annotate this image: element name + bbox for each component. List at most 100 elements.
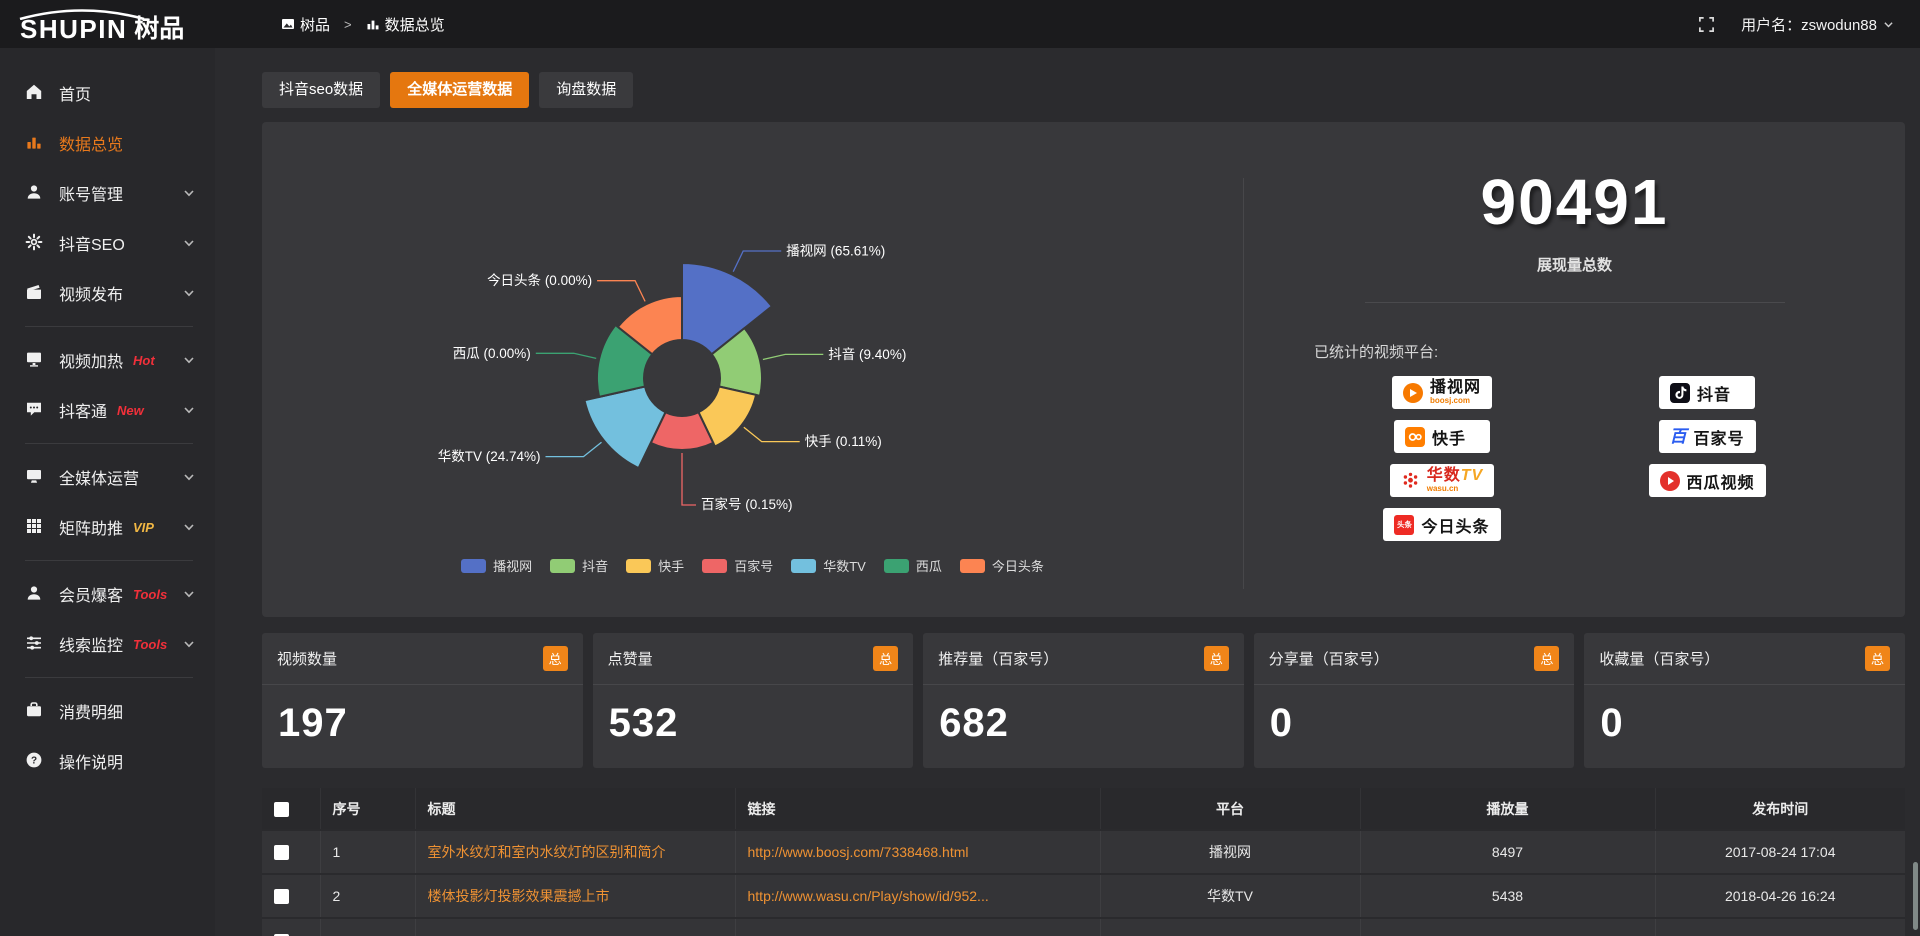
baijiahao-logo-icon: 百	[1670, 428, 1687, 445]
chevron-down-icon	[183, 288, 195, 298]
sidebar-item-member-baoke[interactable]: 会员爆客Tools	[0, 569, 215, 619]
sidebar-item-home[interactable]: 首页	[0, 68, 215, 118]
home-icon	[25, 83, 45, 103]
sidebar-item-label: 数据总览	[59, 131, 123, 155]
sliders-icon	[25, 634, 45, 654]
svg-text:播视网 (65.61%): 播视网 (65.61%)	[786, 244, 885, 259]
legend-label: 抖音	[582, 556, 608, 575]
svg-text:华数TV (24.74%): 华数TV (24.74%)	[438, 449, 541, 464]
platform-badge-toutiao: 头条今日头条	[1383, 508, 1500, 541]
chart-legend: 播视网 抖音快手百家号华数TV 西瓜 今日头条	[262, 556, 1243, 575]
pie-sector-4	[585, 387, 666, 469]
sidebar-item-consumption-detail[interactable]: 消费明细	[0, 686, 215, 736]
platforms-label: 已统计的视频平台:	[1314, 341, 1905, 362]
sidebar-item-media-operation[interactable]: 全媒体运营	[0, 452, 215, 502]
sidebar-item-clue-monitor[interactable]: 线索监控Tools	[0, 619, 215, 669]
stat-card-value: 0	[1584, 685, 1905, 746]
sidebar-item-badge: New	[117, 403, 144, 418]
cell-platform: 播视网	[1100, 830, 1360, 874]
sidebar-item-account-management[interactable]: 账号管理	[0, 168, 215, 218]
sidebar-item-matrix-boost[interactable]: 矩阵助推 VIP	[0, 502, 215, 552]
user-menu[interactable]: 用户名：zswodun88	[1741, 14, 1894, 35]
chevron-down-icon	[183, 355, 195, 365]
platform-badge-wasu: 华数TVwasu.cn	[1390, 464, 1494, 497]
cell-time: 2017-08-24 17:04	[1655, 830, 1905, 874]
row-checkbox[interactable]	[274, 845, 289, 860]
legend-item-3[interactable]: 百家号	[702, 556, 773, 575]
cell-title[interactable]: 室外水纹灯和室内水纹灯的区别和简介	[415, 830, 735, 874]
sidebar-item-label: 全媒体运营	[59, 465, 139, 489]
screen-icon	[25, 467, 45, 487]
question-icon: ?	[25, 751, 45, 771]
tab-media-operation-data[interactable]: 全媒体运营数据	[390, 72, 529, 108]
bar-chart-icon	[25, 133, 45, 153]
table-header-cell: 标题	[415, 788, 735, 830]
logo-suffix-text: 树品	[134, 17, 184, 42]
sidebar-item-label: 矩阵助推	[59, 515, 123, 539]
chevron-down-icon	[183, 188, 195, 198]
cell-title[interactable]: 楼体投影灯投影效果震撼上市	[415, 874, 735, 918]
sidebar-item-douketong[interactable]: 抖客通New	[0, 385, 215, 435]
sidebar-item-douyin-seo[interactable]: 抖音SEO	[0, 218, 215, 268]
douyin-logo-icon	[1670, 383, 1690, 403]
legend-item-6[interactable]: 今日头条	[960, 556, 1044, 575]
cell-views: 8497	[1360, 830, 1655, 874]
fullscreen-icon[interactable]	[1698, 16, 1715, 33]
sidebar-divider	[25, 326, 193, 327]
stat-card-1: 点赞量总532	[593, 633, 914, 768]
table-row: 1室外水纹灯和室内水纹灯的区别和简介http://www.boosj.com/7…	[262, 830, 1905, 874]
tab-douyin-seo-data[interactable]: 抖音seo数据	[262, 72, 380, 108]
stat-card-total-badge[interactable]: 总	[873, 646, 898, 671]
stat-card-title: 点赞量	[608, 648, 653, 669]
sidebar-divider	[25, 560, 193, 561]
svg-text:百家号 (0.15%): 百家号 (0.15%)	[701, 496, 793, 512]
sidebar-item-label: 抖音SEO	[59, 231, 125, 255]
row-checkbox[interactable]	[274, 889, 289, 904]
videos-table: 序号标题链接平台播放量发布时间 1室外水纹灯和室内水纹灯的区别和简介http:/…	[262, 788, 1905, 936]
table-header-cell: 播放量	[1360, 788, 1655, 830]
sidebar-item-data-overview[interactable]: 数据总览	[0, 118, 215, 168]
toutiao-logo-icon: 头条	[1394, 515, 1414, 535]
legend-item-0[interactable]: 播视网	[461, 556, 532, 575]
rose-pie-chart: 播视网 (65.61%)抖音 (9.40%)快手 (0.11%)百家号 (0.1…	[262, 122, 1243, 617]
cell-link[interactable]: http://www.boosj.com/7338468.html	[735, 830, 1100, 874]
stat-card-2: 推荐量（百家号）总682	[923, 633, 1244, 768]
legend-item-1[interactable]: 抖音	[550, 556, 608, 575]
total-impressions-value: 90491	[1244, 170, 1905, 234]
cell-platform: 华数TV	[1100, 874, 1360, 918]
videos-table-panel: 序号标题链接平台播放量发布时间 1室外水纹灯和室内水纹灯的区别和简介http:/…	[262, 788, 1905, 936]
select-all-checkbox[interactable]	[274, 802, 289, 817]
breadcrumb-item-data-overview[interactable]: 数据总览	[366, 14, 445, 35]
legend-swatch	[461, 559, 486, 573]
legend-item-5[interactable]: 西瓜	[884, 556, 942, 575]
pie-sectors[interactable]	[585, 263, 772, 468]
bars-small-icon	[366, 17, 380, 31]
scrollbar-thumb[interactable]	[1913, 862, 1918, 930]
breadcrumb-item-shupin[interactable]: 树品	[281, 14, 330, 35]
pie-chart-svg[interactable]: 播视网 (65.61%)抖音 (9.40%)快手 (0.11%)百家号 (0.1…	[262, 122, 1243, 617]
tab-inquiry-data[interactable]: 询盘数据	[539, 72, 633, 108]
table-header-row: 序号标题链接平台播放量发布时间	[262, 788, 1905, 830]
sidebar-item-label: 线索监控	[59, 632, 123, 656]
overview-panel: 播视网 (65.61%)抖音 (9.40%)快手 (0.11%)百家号 (0.1…	[262, 122, 1905, 617]
legend-item-2[interactable]: 快手	[626, 556, 684, 575]
sidebar-divider	[25, 677, 193, 678]
monitor-icon	[25, 350, 45, 370]
legend-label: 今日头条	[992, 556, 1044, 575]
sidebar-item-badge: VIP	[133, 520, 154, 535]
cell-link[interactable]: http://www.wasu.cn/Play/show/id/952...	[735, 874, 1100, 918]
sidebar-item-label: 账号管理	[59, 181, 123, 205]
chevron-down-icon	[183, 405, 195, 415]
topbar: SHUPIN 树品 树品>数据总览 用户名：zswodun88	[0, 0, 1920, 48]
sidebar-item-label: 操作说明	[59, 749, 123, 773]
stat-card-total-badge[interactable]: 总	[1534, 646, 1559, 671]
stat-card-total-badge[interactable]: 总	[543, 646, 568, 671]
sidebar-item-video-publish[interactable]: 视频发布	[0, 268, 215, 318]
chevron-down-icon	[183, 589, 195, 599]
legend-item-4[interactable]: 华数TV	[791, 556, 866, 575]
stat-card-total-badge[interactable]: 总	[1865, 646, 1890, 671]
stat-card-total-badge[interactable]: 总	[1204, 646, 1229, 671]
sidebar-item-operation-guide[interactable]: ? 操作说明	[0, 736, 215, 786]
svg-text:抖音 (9.40%): 抖音 (9.40%)	[828, 346, 906, 362]
sidebar-item-video-heating[interactable]: 视频加热Hot	[0, 335, 215, 385]
